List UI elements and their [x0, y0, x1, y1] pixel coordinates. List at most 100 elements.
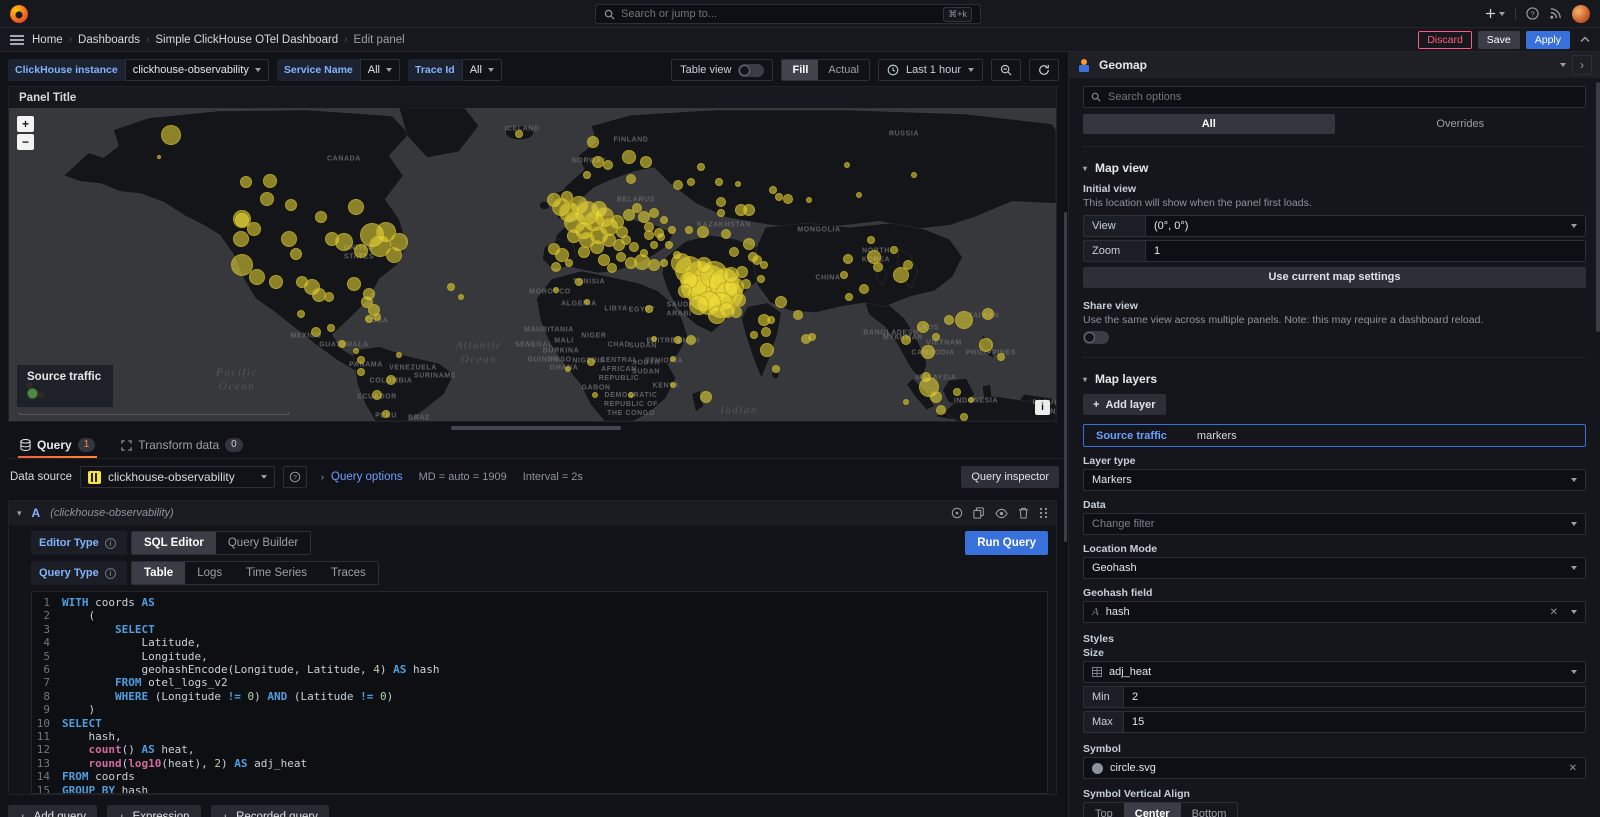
- time-range-picker[interactable]: Last 1 hour: [878, 59, 983, 81]
- delete-query-icon[interactable]: [1018, 507, 1029, 519]
- expression-button[interactable]: + Expression: [107, 805, 200, 817]
- global-search[interactable]: ⌘+k: [595, 4, 981, 24]
- search-input[interactable]: [621, 8, 937, 20]
- options-search[interactable]: [1083, 86, 1586, 108]
- query-type-logs[interactable]: Logs: [185, 562, 234, 584]
- drag-handle-icon[interactable]: [1039, 507, 1048, 519]
- chevron-down-icon: [1571, 478, 1577, 482]
- zoom-out-time-button[interactable]: [991, 59, 1021, 81]
- query-options[interactable]: › Query options: [321, 471, 403, 483]
- map-view-section-header[interactable]: ▾ Map view: [1083, 161, 1586, 175]
- user-avatar[interactable]: [1572, 5, 1590, 23]
- tab-overrides[interactable]: Overrides: [1335, 114, 1587, 134]
- map-layers-section-header[interactable]: ▾ Map layers: [1083, 372, 1586, 386]
- run-query-button[interactable]: Run Query: [965, 531, 1048, 555]
- info-icon[interactable]: i: [105, 538, 116, 549]
- duplicate-query-icon[interactable]: [973, 507, 985, 519]
- query-builder-option[interactable]: Query Builder: [216, 532, 310, 554]
- breadcrumb-dashboards[interactable]: Dashboards: [78, 34, 140, 46]
- map-attribution-button[interactable]: i: [1035, 400, 1050, 415]
- table-view-switch[interactable]: [738, 64, 764, 77]
- query-type-traces[interactable]: Traces: [319, 562, 378, 584]
- actual-option[interactable]: Actual: [818, 60, 869, 80]
- use-current-map-settings-button[interactable]: Use current map settings: [1083, 267, 1586, 288]
- query-help-icon[interactable]: [951, 507, 963, 519]
- variable-value: All: [368, 64, 380, 76]
- panel-resize-handle[interactable]: [451, 426, 621, 430]
- top-nav: ⌘+k ?: [0, 0, 1600, 28]
- refresh-button[interactable]: [1029, 59, 1059, 81]
- sql-code-editor[interactable]: 1WITH coords AS2 (3 SELECT4 Latitude,5 L…: [31, 591, 1048, 794]
- map-marker: [565, 366, 571, 372]
- min-input[interactable]: 2: [1123, 686, 1586, 708]
- map-marker: [696, 257, 712, 273]
- valign-top[interactable]: Top: [1084, 803, 1124, 817]
- map-marker: [670, 382, 676, 388]
- breadcrumb-home[interactable]: Home: [32, 34, 63, 46]
- map-zoom-in-button[interactable]: +: [17, 116, 34, 132]
- collapse-chevron-icon[interactable]: [1580, 36, 1590, 43]
- collapse-pane-button[interactable]: ›: [1572, 55, 1592, 75]
- share-view-switch[interactable]: [1083, 331, 1109, 344]
- info-icon[interactable]: i: [105, 568, 116, 579]
- disable-query-icon[interactable]: [995, 508, 1008, 519]
- map-zoom-out-button[interactable]: −: [17, 134, 34, 150]
- location-mode-select[interactable]: Geohash: [1083, 557, 1586, 579]
- query-row-header[interactable]: ▾ A (clickhouse-observability): [9, 501, 1056, 525]
- apply-button[interactable]: Apply: [1526, 31, 1570, 49]
- variable-value-dropdown[interactable]: All: [462, 59, 502, 81]
- valign-center[interactable]: Center: [1124, 803, 1181, 817]
- help-icon[interactable]: ?: [1526, 7, 1539, 20]
- layer-type-select[interactable]: Markers: [1083, 469, 1586, 491]
- max-input[interactable]: 15: [1123, 711, 1586, 733]
- tab-all[interactable]: All: [1083, 114, 1335, 134]
- max-field: Max 15: [1083, 711, 1586, 733]
- datasource-help-button[interactable]: ?: [283, 466, 307, 488]
- zoom-field-input[interactable]: 1: [1145, 240, 1586, 262]
- query-options-label[interactable]: Query options: [331, 471, 403, 483]
- country-label: RUSSIA: [889, 131, 919, 140]
- view-field-select[interactable]: (0°, 0°): [1145, 215, 1586, 237]
- panel-title[interactable]: Panel Title: [9, 87, 1056, 108]
- country-label: CANADA: [327, 156, 361, 165]
- add-query-button[interactable]: + Add query: [8, 805, 97, 817]
- geomap-canvas[interactable]: + − Source traffic i CANADARUSSIAUNITED …: [9, 108, 1056, 421]
- fill-option[interactable]: Fill: [782, 60, 818, 80]
- variable-value-dropdown[interactable]: clickhouse-observability: [125, 59, 269, 81]
- variable-value-dropdown[interactable]: All: [360, 59, 400, 81]
- discard-button[interactable]: Discard: [1418, 31, 1472, 49]
- menu-icon[interactable]: [10, 34, 24, 46]
- grafana-logo-icon[interactable]: [10, 5, 28, 23]
- size-field-select[interactable]: adj_heat: [1083, 661, 1586, 683]
- add-new-button[interactable]: [1485, 8, 1505, 19]
- map-marker: [686, 335, 696, 345]
- news-icon[interactable]: [1549, 7, 1562, 20]
- layer-row-source-traffic[interactable]: Source traffic markers: [1083, 424, 1586, 447]
- breadcrumb-dashboard-name[interactable]: Simple ClickHouse OTel Dashboard: [155, 34, 338, 46]
- query-inspector-button[interactable]: Query inspector: [961, 466, 1059, 488]
- tab-query[interactable]: Query 1: [18, 434, 97, 458]
- clear-icon[interactable]: ✕: [1569, 763, 1577, 774]
- valign-bottom[interactable]: Bottom: [1181, 803, 1238, 817]
- options-search-input[interactable]: [1108, 91, 1578, 103]
- sidebar-scrollbar[interactable]: [1596, 82, 1600, 332]
- recorded-query-button[interactable]: + Recorded query: [211, 805, 329, 817]
- datasource-select[interactable]: clickhouse-observability: [80, 466, 275, 488]
- table-view-toggle[interactable]: Table view: [671, 59, 773, 81]
- collapse-query-icon[interactable]: ▾: [17, 508, 22, 519]
- chevron-down-icon[interactable]: [1560, 63, 1566, 67]
- symbol-select[interactable]: circle.svg ✕: [1083, 757, 1586, 779]
- editor-tabs: Query 1 Transform data 0: [8, 432, 1063, 459]
- add-layer-button[interactable]: + Add layer: [1083, 394, 1166, 415]
- data-filter-select[interactable]: Change filter: [1083, 513, 1586, 535]
- geohash-field-select[interactable]: A hash ✕: [1083, 601, 1586, 623]
- sql-editor-option[interactable]: SQL Editor: [132, 532, 216, 554]
- query-type-time-series[interactable]: Time Series: [234, 562, 319, 584]
- tab-transform-data[interactable]: Transform data 0: [119, 434, 244, 458]
- map-marker: [161, 125, 181, 145]
- clear-icon[interactable]: ✕: [1550, 607, 1558, 618]
- query-type-table[interactable]: Table: [132, 562, 185, 584]
- save-button[interactable]: Save: [1478, 31, 1520, 49]
- map-marker: [315, 211, 327, 223]
- map-marker: [650, 241, 658, 249]
